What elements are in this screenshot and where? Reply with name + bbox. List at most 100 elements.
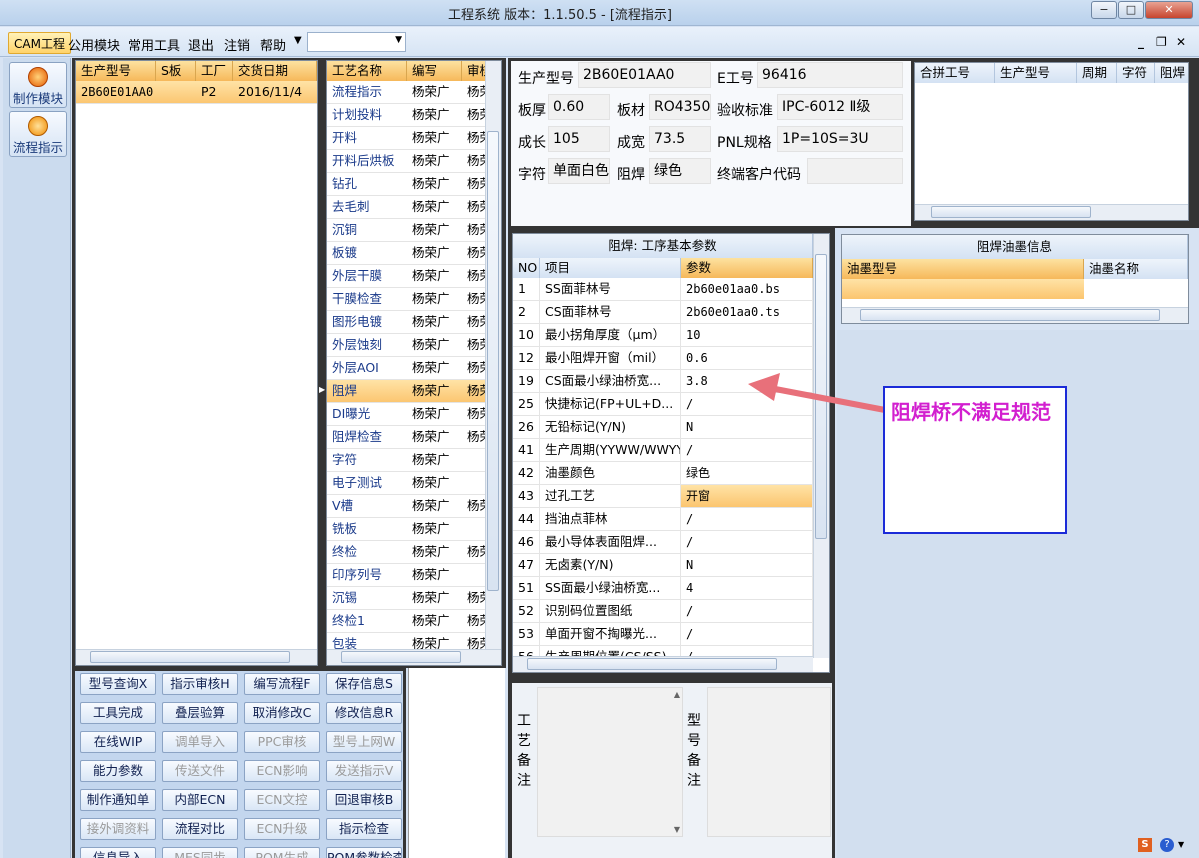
- scroll-thumb[interactable]: [527, 658, 777, 670]
- action-button[interactable]: 型号查询X: [80, 673, 156, 695]
- action-button[interactable]: ECN影响: [244, 760, 320, 782]
- scroll-thumb[interactable]: [90, 651, 290, 663]
- col-header[interactable]: 审核: [462, 61, 487, 81]
- table-row[interactable]: 计划投料杨荣广杨荣: [327, 104, 501, 127]
- process-hscroll[interactable]: [327, 649, 501, 665]
- pnl-field[interactable]: 1P=10S=3U: [777, 126, 903, 152]
- table-row[interactable]: 52 识别码位置图纸 /: [513, 600, 829, 623]
- col-header[interactable]: S板: [156, 61, 196, 81]
- help-icon[interactable]: ?: [1160, 838, 1174, 852]
- model-notes-field[interactable]: [707, 687, 831, 837]
- col-header[interactable]: 周期: [1077, 63, 1117, 83]
- table-row[interactable]: 干膜检查杨荣广杨荣: [327, 288, 501, 311]
- action-button[interactable]: 发送指示V: [326, 760, 402, 782]
- table-row[interactable]: 沉铜杨荣广杨荣: [327, 219, 501, 242]
- menu-dropdown[interactable]: ▼: [307, 32, 406, 52]
- table-row[interactable]: 47 无卤素(Y/N) N: [513, 554, 829, 577]
- table-row[interactable]: 终检1杨荣广杨荣: [327, 610, 501, 633]
- chevron-down-icon[interactable]: ▼: [1178, 840, 1184, 849]
- mask-field[interactable]: 绿色: [649, 158, 711, 184]
- action-button[interactable]: 接外调资料: [80, 818, 156, 840]
- action-button[interactable]: 保存信息S: [326, 673, 402, 695]
- table-row[interactable]: 去毛刺杨荣广杨荣: [327, 196, 501, 219]
- table-row[interactable]: 阻焊检查杨荣广杨荣: [327, 426, 501, 449]
- thickness-field[interactable]: 0.60: [548, 94, 610, 120]
- scroll-thumb[interactable]: [487, 131, 499, 591]
- chevron-down-icon[interactable]: ▼: [294, 35, 302, 46]
- side-tab-flow[interactable]: 流程指示: [9, 111, 67, 157]
- menu-logout[interactable]: 注销: [224, 35, 250, 54]
- standard-field[interactable]: IPC-6012 Ⅱ级: [777, 94, 903, 120]
- col-header[interactable]: 项目: [540, 258, 681, 278]
- input-method-icon[interactable]: S: [1138, 838, 1152, 852]
- table-row[interactable]: 字符 杨荣广: [327, 449, 501, 472]
- table-row[interactable]: 外层干膜杨荣广杨荣: [327, 265, 501, 288]
- action-button[interactable]: ECN升级: [244, 818, 320, 840]
- col-header[interactable]: 工艺名称: [327, 61, 407, 81]
- table-row[interactable]: 钻孔杨荣广杨荣: [327, 173, 501, 196]
- action-button[interactable]: 指示检查: [326, 818, 402, 840]
- close-button[interactable]: ✕: [1145, 1, 1193, 19]
- scroll-thumb[interactable]: [860, 309, 1160, 321]
- action-button[interactable]: ECN文控: [244, 789, 320, 811]
- col-header[interactable]: NO: [513, 258, 540, 278]
- action-button[interactable]: 制作通知单: [80, 789, 156, 811]
- action-button[interactable]: 工具完成: [80, 702, 156, 724]
- table-row[interactable]: 43 过孔工艺 开窗: [513, 485, 829, 508]
- ink-hscroll[interactable]: [842, 307, 1188, 323]
- process-notes-field[interactable]: ▲ ▼: [537, 687, 683, 837]
- table-row[interactable]: 2 CS面菲林号 2b60e01aa0.ts: [513, 301, 829, 324]
- col-header[interactable]: 编写: [407, 61, 462, 81]
- orders-hscroll[interactable]: [76, 649, 317, 665]
- table-row[interactable]: 外层AOI杨荣广杨荣: [327, 357, 501, 380]
- prod-model-field[interactable]: 2B60E01AA0: [578, 62, 711, 88]
- table-row[interactable]: 开料后烘板杨荣广杨荣: [327, 150, 501, 173]
- action-button[interactable]: 内部ECN: [162, 789, 238, 811]
- scroll-thumb[interactable]: [341, 651, 461, 663]
- scroll-thumb[interactable]: [931, 206, 1091, 218]
- col-header[interactable]: 油墨型号: [842, 259, 1084, 279]
- length-field[interactable]: 105: [548, 126, 610, 152]
- menu-public[interactable]: 公用模块: [68, 35, 120, 54]
- table-row[interactable]: 51 SS面最小绿油桥宽... 4: [513, 577, 829, 600]
- col-header[interactable]: 合拼工号: [915, 63, 995, 83]
- table-row[interactable]: 42 油墨颜色 绿色: [513, 462, 829, 485]
- action-button[interactable]: 叠层验算: [162, 702, 238, 724]
- process-vscroll[interactable]: [485, 61, 501, 651]
- action-button[interactable]: 信息导入: [80, 847, 156, 858]
- char-field[interactable]: 单面白色: [548, 158, 610, 184]
- action-button[interactable]: 型号上网W: [326, 731, 402, 753]
- table-row[interactable]: 铣板 杨荣广: [327, 518, 501, 541]
- params-hscroll[interactable]: [513, 656, 813, 672]
- action-button[interactable]: PPC审核: [244, 731, 320, 753]
- menu-cam[interactable]: CAM工程: [8, 32, 71, 54]
- table-row[interactable]: 开料杨荣广杨荣: [327, 127, 501, 150]
- action-button[interactable]: MES同步: [162, 847, 238, 858]
- table-row[interactable]: 44 挡油点菲林 /: [513, 508, 829, 531]
- col-header[interactable]: 交货日期: [233, 61, 317, 81]
- table-row[interactable]: 图形电镀杨荣广杨荣: [327, 311, 501, 334]
- table-row[interactable]: 2B60E01AA0 P2 2016/11/4: [76, 81, 317, 104]
- action-button[interactable]: POM参数检查: [326, 847, 402, 858]
- col-header[interactable]: 工厂: [196, 61, 233, 81]
- table-row[interactable]: V槽杨荣广杨荣: [327, 495, 501, 518]
- action-button[interactable]: 取消修改C: [244, 702, 320, 724]
- material-field[interactable]: RO4350B: [649, 94, 711, 120]
- mdi-minimize-button[interactable]: _: [1138, 35, 1144, 49]
- action-button[interactable]: 在线WIP: [80, 731, 156, 753]
- table-row[interactable]: 流程指示杨荣广杨荣: [327, 81, 501, 104]
- col-header[interactable]: 字符: [1117, 63, 1155, 83]
- action-button[interactable]: 能力参数: [80, 760, 156, 782]
- maximize-button[interactable]: □: [1118, 1, 1144, 19]
- col-header[interactable]: 油墨名称: [1084, 259, 1188, 279]
- table-row[interactable]: 10 最小拐角厚度（μm） 10: [513, 324, 829, 347]
- table-row[interactable]: DI曝光杨荣广杨荣: [327, 403, 501, 426]
- menu-help[interactable]: 帮助: [260, 35, 286, 54]
- mdi-restore-button[interactable]: ❐: [1156, 35, 1167, 49]
- col-header[interactable]: 参数: [681, 258, 813, 278]
- menu-tools[interactable]: 常用工具: [128, 35, 180, 54]
- params-vscroll[interactable]: [813, 234, 829, 658]
- col-header[interactable]: 生产型号: [76, 61, 156, 81]
- action-button[interactable]: 指示审核H: [162, 673, 238, 695]
- menu-exit[interactable]: 退出: [188, 35, 214, 54]
